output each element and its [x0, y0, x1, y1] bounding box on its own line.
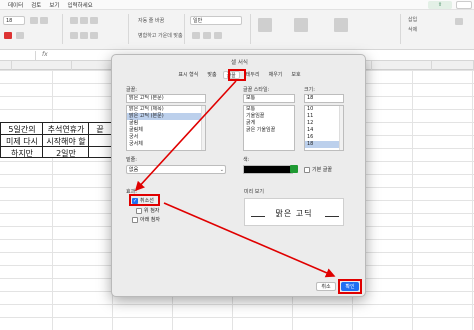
arrow-to-ok	[163, 202, 336, 278]
arrow-to-strikethrough	[134, 80, 237, 192]
annotation-arrows	[134, 80, 336, 278]
